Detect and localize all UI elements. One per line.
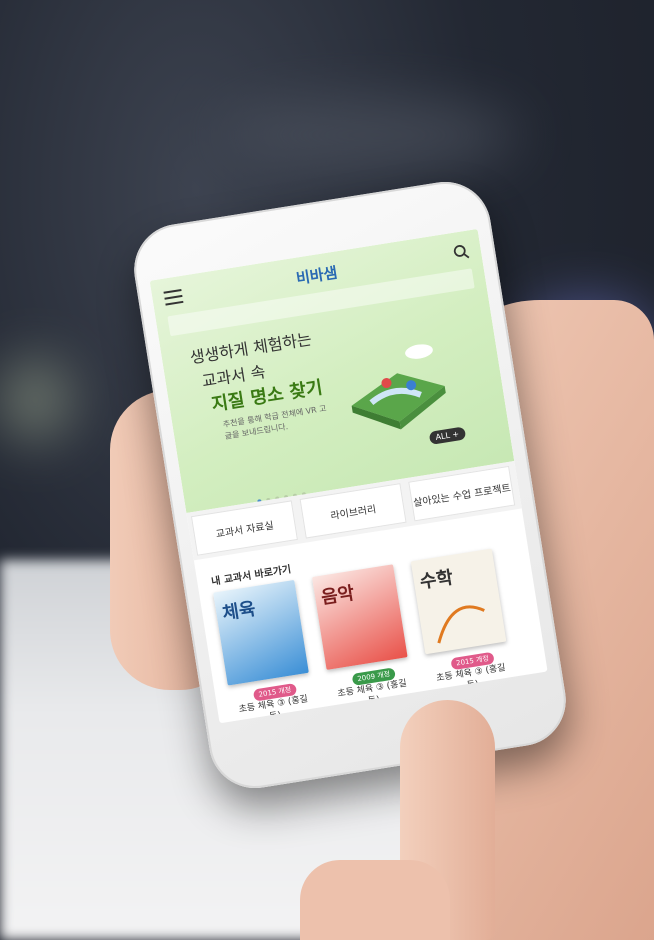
- map-illustration-icon: [351, 344, 446, 430]
- math-curve-icon: [437, 605, 485, 644]
- book-name[interactable]: 초등 체육 ③ (홍길동): [332, 677, 415, 713]
- book-cover-pe[interactable]: 체육: [213, 579, 309, 686]
- background-light-left: [0, 360, 70, 440]
- menu-library[interactable]: 라이브러리: [299, 483, 407, 539]
- menu-textbook-materials[interactable]: 교과서 자료실: [190, 500, 298, 556]
- search-icon[interactable]: [452, 243, 470, 261]
- book-cover-math[interactable]: 수학: [410, 548, 507, 655]
- menu-live-class-project[interactable]: 살아있는 수업 프로젝트: [408, 465, 516, 522]
- phone-screen: 비바샘 생생하게 체험하는 교과서 속 지질 명소 찾기 추천을 통해 학급 전…: [149, 228, 548, 724]
- background-light-top: [220, 100, 520, 170]
- book-name[interactable]: 초등 체육 ③ (홍길동): [431, 661, 514, 697]
- book-cover-music[interactable]: 음악: [311, 564, 408, 670]
- finger-bottom: [300, 860, 450, 940]
- all-banners-button[interactable]: ALL +: [428, 426, 466, 445]
